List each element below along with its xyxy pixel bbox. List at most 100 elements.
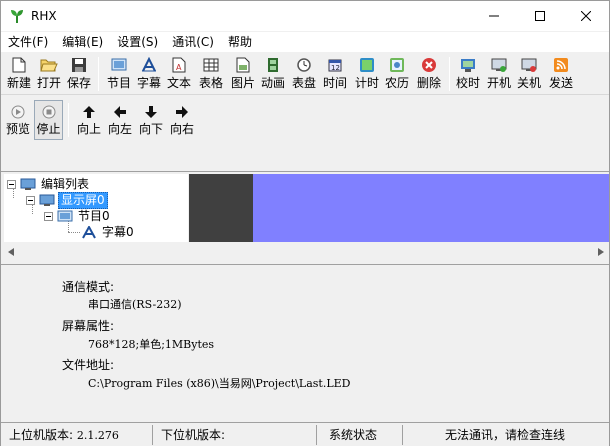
app-window: RHX 文件(F) 编辑(E) 设置(S) 通讯(C) 帮助 新建 打开 保存	[0, 0, 610, 446]
arrow-down-icon	[142, 103, 160, 121]
close-icon	[581, 11, 591, 21]
program-label: 节目	[106, 76, 131, 90]
save-label: 保存	[66, 76, 91, 90]
divider	[1, 171, 609, 172]
new-label: 新建	[6, 76, 31, 90]
file-path-label: 文件地址:	[62, 358, 115, 372]
maximize-button[interactable]	[517, 1, 563, 31]
open-label: 打开	[36, 76, 61, 90]
tree-node-subtitle[interactable]: 字幕0	[81, 224, 136, 240]
preview-button[interactable]: 预览	[5, 101, 31, 139]
status-bar: 上位机版本: 2.1.276 下位机版本: 系统状态 无法通讯，请检查连线	[1, 422, 609, 446]
menu-edit[interactable]: 编辑(E)	[55, 32, 110, 52]
device-version-label: 下位机版本:	[161, 428, 226, 442]
screen-attr-label: 屏幕属性:	[62, 319, 115, 333]
add-time-button[interactable]: 12 时间	[321, 54, 349, 92]
comm-status-cell: 无法通讯，请检查连线	[405, 425, 607, 445]
move-left-button[interactable]: 向左	[106, 101, 134, 139]
delete-label: 删除	[416, 76, 441, 90]
monitor-icon	[20, 178, 36, 190]
save-button[interactable]: 保存	[65, 54, 93, 92]
tree-node-screen[interactable]: 显示屏0	[26, 191, 108, 209]
open-button[interactable]: 打开	[35, 54, 63, 92]
add-animation-button[interactable]: 动画	[259, 54, 287, 92]
add-picture-button[interactable]: 图片	[229, 54, 257, 92]
power-off-label: 关机	[516, 76, 541, 90]
add-table-button[interactable]: 表格	[197, 54, 225, 92]
send-button[interactable]: 发送	[547, 54, 575, 92]
menu-bar: 文件(F) 编辑(E) 设置(S) 通讯(C) 帮助	[1, 32, 609, 52]
comm-status-label: 无法通讯，请检查连线	[445, 428, 566, 442]
add-text-button[interactable]: A 文本	[165, 54, 193, 92]
menu-help[interactable]: 帮助	[221, 32, 259, 52]
add-lunar-button[interactable]: 农历	[383, 54, 411, 92]
stop-circle-icon	[40, 103, 58, 121]
clock-dial-icon	[295, 56, 313, 74]
scroll-right-button[interactable]	[592, 242, 609, 262]
stop-button[interactable]: 停止	[34, 100, 63, 140]
close-button[interactable]	[563, 1, 609, 31]
scroll-left-icon	[7, 248, 14, 256]
collapse-toggle[interactable]	[7, 179, 16, 189]
collapse-toggle[interactable]	[44, 211, 53, 221]
power-off-button[interactable]: 关机	[515, 54, 543, 92]
tree-line	[68, 232, 80, 233]
program-icon	[57, 210, 73, 221]
sync-time-button[interactable]: 校时	[454, 54, 482, 92]
time-icon: 12	[326, 56, 344, 74]
add-subtitle-button[interactable]: 字幕	[135, 54, 163, 92]
menu-file[interactable]: 文件(F)	[1, 32, 55, 52]
edit-tree[interactable]: 编辑列表 显示屏0 节目0 字幕0	[4, 174, 188, 242]
animation-film-icon	[264, 56, 282, 74]
info-panel: 通信模式: 串口通信(RS-232) 屏幕属性: 768*128;单色;1MBy…	[2, 266, 609, 422]
comm-mode-value: 串口通信(RS-232)	[88, 298, 182, 311]
tree-program-label: 节目0	[78, 208, 110, 223]
move-down-button[interactable]: 向下	[137, 101, 165, 139]
subtitle-label: 字幕	[136, 76, 161, 90]
menu-settings[interactable]: 设置(S)	[110, 32, 165, 52]
svg-text:12: 12	[331, 64, 340, 72]
scroll-right-icon	[597, 248, 604, 256]
screen-attr-value: 768*128;单色;1MBytes	[88, 338, 215, 351]
preview-toolbar: 预览 停止 向上 向左 向下 向右	[1, 97, 609, 141]
table-label: 表格	[198, 76, 223, 90]
delete-button[interactable]: 删除	[414, 54, 444, 92]
power-on-button[interactable]: 开机	[485, 54, 513, 92]
svg-text:A: A	[176, 63, 182, 72]
add-program-button[interactable]: 节目	[105, 54, 133, 92]
delete-icon	[420, 56, 438, 74]
horizontal-scrollbar[interactable]	[2, 242, 609, 262]
title-bar[interactable]: RHX	[1, 1, 609, 31]
move-right-button[interactable]: 向右	[168, 101, 196, 139]
menu-communication[interactable]: 通讯(C)	[165, 32, 221, 52]
collapse-toggle[interactable]	[26, 195, 35, 205]
picture-label: 图片	[230, 76, 255, 90]
device-version-cell: 下位机版本:	[155, 425, 317, 445]
stop-label: 停止	[36, 122, 61, 136]
minimize-icon	[489, 15, 499, 17]
tree-node-root[interactable]: 编辑列表	[7, 176, 91, 192]
timer-label: 计时	[354, 76, 379, 90]
new-file-icon	[10, 56, 28, 74]
subtitle-icon	[140, 56, 158, 74]
led-preview-screen[interactable]	[253, 174, 609, 242]
new-button[interactable]: 新建	[5, 54, 33, 92]
tree-screen-label: 显示屏0	[58, 191, 108, 209]
add-dial-button[interactable]: 表盘	[290, 54, 318, 92]
scroll-left-button[interactable]	[2, 242, 19, 262]
minimize-button[interactable]	[471, 1, 517, 31]
scroll-track[interactable]	[19, 242, 592, 262]
monitor-icon	[39, 194, 55, 206]
preview-background	[189, 174, 253, 242]
play-circle-icon	[9, 103, 27, 121]
program-icon	[110, 56, 128, 74]
app-logo-icon	[11, 10, 23, 23]
tree-node-program[interactable]: 节目0	[44, 208, 112, 224]
tree-root-label: 编辑列表	[41, 176, 90, 191]
sync-time-icon	[459, 56, 477, 74]
move-up-button[interactable]: 向上	[75, 101, 103, 139]
arrow-right-icon	[173, 103, 191, 121]
toolbar-separator	[68, 103, 69, 137]
add-timer-button[interactable]: 计时	[353, 54, 381, 92]
window-title: RHX	[31, 9, 57, 23]
